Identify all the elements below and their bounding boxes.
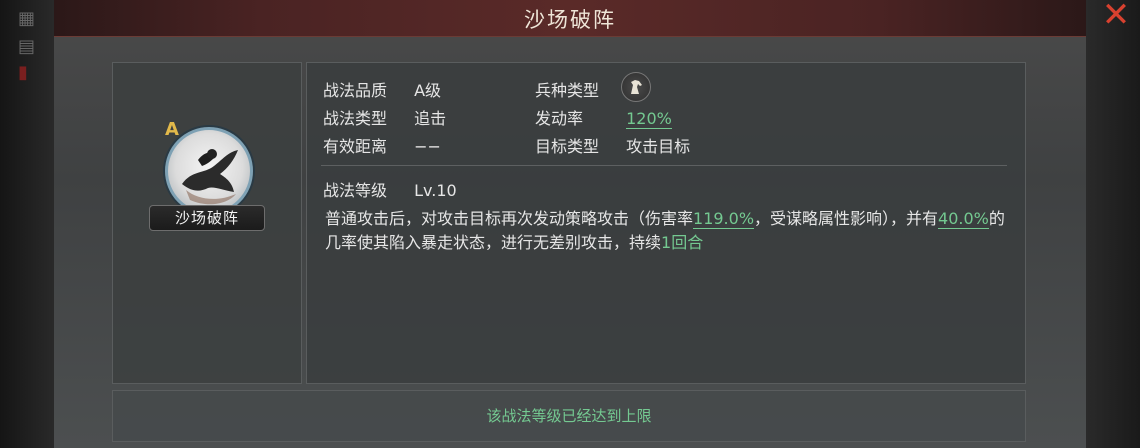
level-row: 战法等级 Lv.10	[323, 177, 457, 201]
type-value: 追击	[414, 109, 447, 128]
background-glyph: ▮	[18, 62, 28, 83]
rate-value: 120%	[626, 109, 672, 129]
troop-row: 兵种类型	[535, 77, 621, 101]
target-label: 目标类型	[535, 137, 600, 156]
quality-value: A级	[414, 81, 442, 100]
description-text: 普通攻击后，对攻击目标再次发动策略攻击（伤害率	[325, 209, 694, 228]
type-row: 战法类型 追击	[323, 105, 446, 129]
skill-detail-dialog: 沙场破阵 ✕ A 沙场破阵 战法品质 A级 战法类型 追击 有效距离 −− 兵种…	[54, 0, 1130, 448]
skill-icon-panel: A 沙场破阵	[112, 62, 302, 384]
skill-info-panel: 战法品质 A级 战法类型 追击 有效距离 −− 兵种类型 发动率 120% 目标…	[306, 62, 1026, 384]
skill-description: 普通攻击后，对攻击目标再次发动策略攻击（伤害率119.0%，受谋略属性影响），并…	[325, 207, 1015, 255]
info-divider	[321, 165, 1007, 166]
warrior-portrait-icon	[182, 149, 238, 205]
warrior-portrait-icon	[165, 127, 253, 215]
rate-label: 发动率	[535, 109, 584, 128]
background-right-strip	[1086, 0, 1140, 448]
level-status-bar: 该战法等级已经达到上限	[112, 390, 1026, 442]
cavalry-horse-icon	[621, 72, 651, 102]
target-row: 目标类型 攻击目标	[535, 133, 690, 157]
background-left-strip: ▦ ▤ ▮	[0, 0, 56, 448]
close-button[interactable]: ✕	[1096, 0, 1136, 32]
skill-grade-badge: A	[165, 119, 179, 140]
max-level-message: 该战法等级已经达到上限	[486, 407, 652, 425]
description-text: ，受谋略属性影响），并有	[754, 209, 939, 228]
close-icon: ✕	[1101, 0, 1131, 35]
dialog-title: 沙场破阵	[524, 8, 616, 32]
background-glyph: ▦	[18, 8, 36, 29]
type-label: 战法类型	[323, 109, 388, 128]
level-label: 战法等级	[323, 181, 388, 200]
skill-name-plate: 沙场破阵	[149, 205, 265, 231]
rate-row: 发动率 120%	[535, 105, 672, 129]
damage-rate-value: 119.0%	[693, 209, 755, 229]
range-value: −−	[414, 137, 441, 156]
dialog-title-bar: 沙场破阵 ✕	[54, 0, 1130, 37]
level-value: Lv.10	[414, 181, 457, 200]
quality-row: 战法品质 A级	[323, 77, 441, 101]
chance-value: 40.0%	[938, 209, 989, 229]
range-label: 有效距离	[323, 137, 388, 156]
range-row: 有效距离 −−	[323, 133, 441, 157]
target-value: 攻击目标	[626, 137, 691, 156]
troop-label: 兵种类型	[535, 81, 600, 100]
cavalry-horse-icon	[631, 80, 642, 94]
duration-value: 1回合	[661, 233, 704, 252]
quality-label: 战法品质	[323, 81, 388, 100]
background-glyph: ▤	[18, 36, 36, 57]
